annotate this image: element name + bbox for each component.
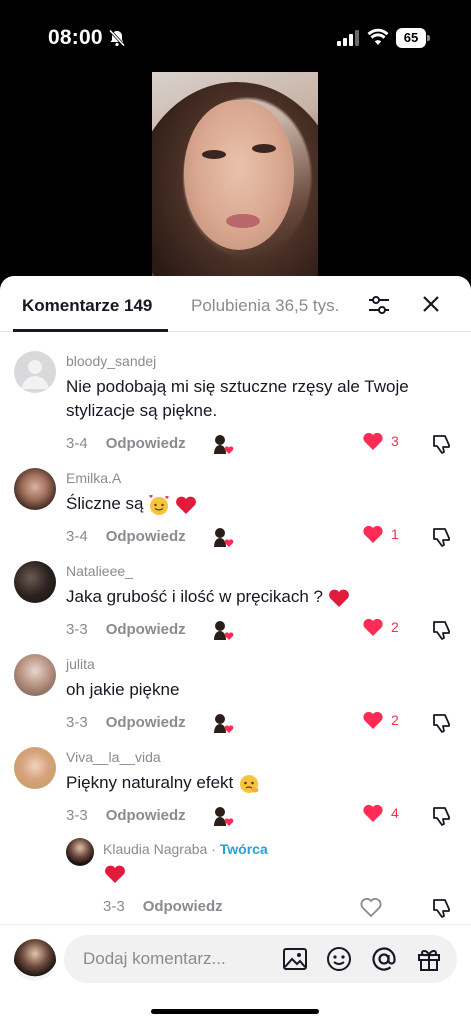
comment-text-line: Jaka grubość i ilość w pręcikach ? [66, 587, 324, 606]
avatar[interactable] [14, 747, 56, 789]
heart-filled-icon [363, 618, 383, 636]
home-indicator [151, 1009, 319, 1014]
wifi-icon [367, 28, 389, 45]
comment-composer-bar: Dodaj komentarz... [0, 924, 471, 1024]
video-preview[interactable] [152, 72, 318, 278]
comment-meta: 3-3 Odpowiedz [66, 807, 186, 824]
creator-name[interactable]: Klaudia Nagraba [103, 841, 207, 857]
heart-filled-icon [363, 525, 383, 543]
gift-icon[interactable] [416, 946, 442, 972]
comment-text: Piękny naturalny efekt [66, 771, 446, 795]
comment-input-placeholder: Dodaj komentarz... [83, 949, 226, 968]
emoji-icon[interactable] [326, 946, 352, 972]
comment-text: oh jakie piękne [66, 678, 446, 702]
like-count: 1 [391, 526, 399, 542]
red-heart-emoji-icon [176, 496, 196, 514]
thumbs-down-icon[interactable] [431, 619, 453, 641]
thumbs-down-icon[interactable] [431, 712, 453, 734]
red-heart-emoji-icon [328, 589, 349, 607]
like-button[interactable]: 2 [362, 617, 399, 637]
avatar[interactable] [14, 468, 56, 510]
battery-level: 65 [396, 28, 426, 48]
comment-username[interactable]: Emilka.A [66, 470, 121, 486]
active-tab-indicator [13, 329, 168, 332]
heart-filled-icon [363, 804, 383, 822]
thumbs-down-icon[interactable] [431, 526, 453, 548]
filter-icon[interactable] [368, 294, 390, 316]
cellular-signal-icon [337, 30, 359, 46]
creator-avatar[interactable] [66, 838, 94, 866]
comment-username[interactable]: Viva__la__vida [66, 749, 161, 765]
comment-meta: 3-3 Odpowiedz [66, 621, 186, 638]
creator-liked-icon [214, 435, 234, 454]
comment-date: 3-3 [66, 807, 88, 824]
comment-text: Śliczne są [66, 492, 446, 516]
close-icon[interactable] [421, 294, 441, 314]
comment-date: 3-3 [66, 621, 88, 638]
creator-tag: Twórca [219, 841, 268, 857]
reply-meta: 3-3 Odpowiedz [103, 898, 223, 915]
like-count: 4 [391, 805, 399, 821]
avatar[interactable] [14, 561, 56, 603]
reply-username: Klaudia Nagraba · Twórca [103, 841, 268, 857]
comment-text-line: Piękny naturalny efekt [66, 773, 234, 792]
comment-meta: 3-4 Odpowiedz [66, 435, 186, 452]
like-button[interactable]: 3 [362, 431, 399, 451]
like-count: 2 [391, 619, 399, 635]
status-time: 08:00 [48, 26, 103, 49]
smiling-hearts-emoji-icon [149, 494, 169, 515]
status-bar: 08:00 65 [0, 0, 471, 70]
face-holding-back-tears-emoji-icon [240, 774, 259, 793]
image-icon[interactable] [282, 946, 308, 972]
creator-liked-icon [214, 621, 234, 640]
comment-username[interactable]: Natalieee_ [66, 563, 133, 579]
comment-text-line: Śliczne są [66, 494, 144, 513]
creator-liked-icon [214, 807, 234, 826]
comment-date: 3-3 [66, 714, 88, 731]
comment-meta: 3-4 Odpowiedz [66, 528, 186, 545]
creator-liked-icon [214, 714, 234, 733]
reply-button[interactable]: Odpowiedz [106, 807, 186, 824]
reply-button[interactable]: Odpowiedz [106, 621, 186, 638]
like-button[interactable]: 4 [362, 803, 399, 823]
comment-text-line: stylizacje są piękne. [66, 401, 218, 420]
comment-text: Jaka grubość i ilość w pręcikach ? [66, 585, 446, 609]
thumbs-down-icon[interactable] [431, 805, 453, 827]
thumbs-down-icon[interactable] [431, 897, 453, 919]
my-avatar[interactable] [14, 939, 56, 981]
battery-icon: 65 [396, 28, 430, 48]
tab-likes[interactable]: Polubienia 36,5 tys. [191, 296, 339, 316]
avatar[interactable] [14, 351, 56, 393]
reply-button[interactable]: Odpowiedz [106, 435, 186, 452]
creator-liked-icon [214, 528, 234, 547]
red-heart-emoji-icon [105, 865, 125, 883]
mention-icon[interactable] [371, 946, 397, 972]
tab-comments[interactable]: Komentarze 149 [22, 296, 152, 316]
reply-button[interactable]: Odpowiedz [106, 714, 186, 731]
heart-outline-icon[interactable] [360, 898, 382, 918]
comment-meta: 3-3 Odpowiedz [66, 714, 186, 731]
comments-sheet: Komentarze 149 Polubienia 36,5 tys. bloo… [0, 276, 471, 1024]
avatar[interactable] [14, 654, 56, 696]
reply-button[interactable]: Odpowiedz [106, 528, 186, 545]
comment-text-line: Nie podobają mi się sztuczne rzęsy ale T… [66, 377, 409, 396]
like-count: 2 [391, 712, 399, 728]
comment-text-line: oh jakie piękne [66, 680, 180, 699]
like-button[interactable]: 1 [362, 524, 399, 544]
thumbs-down-icon[interactable] [431, 433, 453, 455]
comment-date: 3-4 [66, 435, 88, 452]
reply-date: 3-3 [103, 898, 125, 915]
comment-username[interactable]: bloody_sandej [66, 353, 156, 369]
reply-button[interactable]: Odpowiedz [143, 898, 223, 915]
comment-date: 3-4 [66, 528, 88, 545]
comment-username[interactable]: julita [66, 656, 95, 672]
like-count: 3 [391, 433, 399, 449]
comment-text: Nie podobają mi się sztuczne rzęsy ale T… [66, 375, 446, 423]
like-button[interactable]: 2 [362, 710, 399, 730]
heart-filled-icon [363, 711, 383, 729]
tab-bar: Komentarze 149 Polubienia 36,5 tys. [0, 276, 471, 332]
heart-filled-icon [363, 432, 383, 450]
comment-input[interactable]: Dodaj komentarz... [64, 935, 457, 983]
bell-muted-icon [108, 29, 126, 47]
